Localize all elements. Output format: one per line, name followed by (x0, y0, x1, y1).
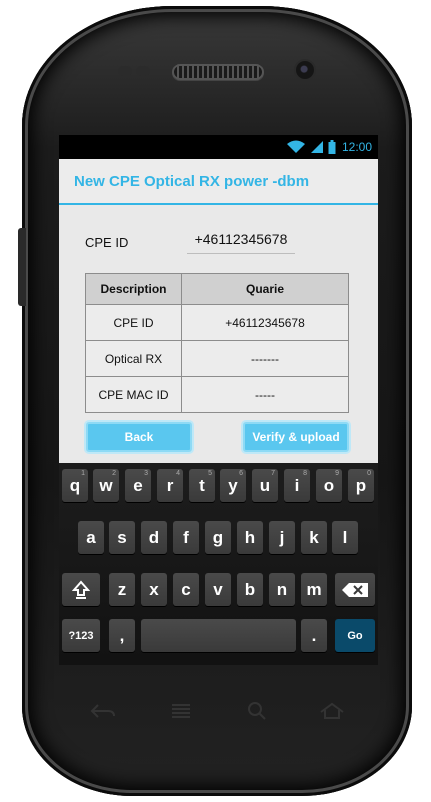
key-d[interactable]: d (141, 521, 167, 554)
cpe-id-field[interactable]: +46112345678 (187, 231, 295, 254)
key-hint: 6 (239, 470, 243, 477)
front-camera (296, 61, 314, 79)
key-u[interactable]: u7 (252, 469, 278, 502)
backspace-key[interactable] (335, 573, 375, 606)
wifi-icon (286, 140, 305, 153)
action-bar: New CPE Optical RX power -dbm (59, 159, 378, 205)
verify-upload-button[interactable]: Verify & upload (243, 422, 349, 452)
key-label: w (99, 475, 113, 495)
page-title: New CPE Optical RX power -dbm (74, 172, 310, 190)
period-key[interactable]: . (301, 619, 327, 652)
menu-nav-icon[interactable] (166, 696, 196, 726)
table-cell: ------- (181, 340, 349, 377)
backspace-icon (342, 582, 368, 597)
shift-key[interactable] (62, 573, 100, 606)
keyboard-row-1: q1 w2 e3 r4 t5 y6 u7 i8 o9 p0 (59, 469, 378, 509)
key-k[interactable]: k (301, 521, 327, 554)
back-nav-icon[interactable] (88, 696, 118, 726)
key-a[interactable]: a (78, 521, 104, 554)
key-label: u (259, 475, 271, 495)
comma-key[interactable]: , (109, 619, 135, 652)
key-hint: 0 (367, 470, 371, 477)
table-cell: Optical RX (85, 340, 182, 377)
key-hint: 3 (144, 470, 148, 477)
key-hint: 4 (176, 470, 180, 477)
table-cell: +46112345678 (181, 304, 349, 341)
key-o[interactable]: o9 (316, 469, 342, 502)
key-e[interactable]: e3 (125, 469, 151, 502)
light-sensor (136, 66, 150, 76)
key-f[interactable]: f (173, 521, 199, 554)
status-time: 12:00 (341, 140, 372, 154)
key-label: y (228, 475, 238, 495)
key-q[interactable]: q1 (62, 469, 88, 502)
table-cell: ----- (181, 376, 349, 413)
key-n[interactable]: n (269, 573, 295, 606)
status-bar: 12:00 (59, 135, 378, 159)
keyboard-row-2: a s d f g h j k l (59, 521, 378, 561)
key-label: e (133, 475, 143, 495)
key-label: i (294, 475, 300, 495)
home-nav-icon[interactable] (317, 696, 347, 726)
table-cell: CPE ID (85, 304, 182, 341)
key-x[interactable]: x (141, 573, 167, 606)
key-i[interactable]: i8 (284, 469, 310, 502)
table-row: CPE ID +46112345678 (85, 304, 349, 341)
table-cell: CPE MAC ID (85, 376, 182, 413)
keyboard-row-4: ?123 , . Go (59, 619, 378, 659)
proximity-sensor (118, 66, 132, 76)
volume-key (18, 228, 26, 306)
key-h[interactable]: h (237, 521, 263, 554)
key-m[interactable]: m (301, 573, 327, 606)
hardware-nav-bar (72, 696, 362, 726)
back-button[interactable]: Back (86, 422, 192, 452)
key-label: t (199, 475, 205, 495)
key-v[interactable]: v (205, 573, 231, 606)
key-label: q (69, 475, 81, 495)
key-j[interactable]: j (269, 521, 295, 554)
symbols-key[interactable]: ?123 (62, 619, 100, 652)
key-g[interactable]: g (205, 521, 231, 554)
key-r[interactable]: r4 (157, 469, 183, 502)
key-l[interactable]: l (332, 521, 358, 554)
table-row: CPE MAC ID ----- (85, 376, 349, 413)
table-row: Optical RX ------- (85, 340, 349, 377)
space-key[interactable] (141, 619, 296, 652)
key-y[interactable]: y6 (220, 469, 246, 502)
info-table: Description Quarie CPE ID +46112345678 O… (85, 273, 349, 413)
shift-arrow-icon (72, 579, 90, 599)
key-z[interactable]: z (109, 573, 135, 606)
signal-icon (310, 141, 323, 153)
column-header-quarie: Quarie (181, 273, 349, 305)
screen: 12:00 New CPE Optical RX power -dbm CPE … (59, 135, 378, 665)
key-label: p (355, 475, 367, 495)
table-header-row: Description Quarie (85, 273, 349, 305)
key-t[interactable]: t5 (189, 469, 215, 502)
key-hint: 7 (271, 470, 275, 477)
keyboard-row-3: z x c v b n m (59, 573, 378, 613)
earpiece-speaker (172, 64, 264, 80)
key-p[interactable]: p0 (348, 469, 374, 502)
key-s[interactable]: s (109, 521, 135, 554)
key-c[interactable]: c (173, 573, 199, 606)
key-b[interactable]: b (237, 573, 263, 606)
search-nav-icon[interactable] (242, 696, 272, 726)
go-key[interactable]: Go (335, 619, 375, 652)
soft-keyboard: q1 w2 e3 r4 t5 y6 u7 i8 o9 p0 a s d f g … (59, 463, 378, 665)
cpe-id-label: CPE ID (85, 235, 129, 250)
battery-icon (328, 140, 336, 154)
key-hint: 9 (335, 470, 339, 477)
key-hint: 2 (112, 470, 116, 477)
key-hint: 5 (208, 470, 212, 477)
key-w[interactable]: w2 (93, 469, 119, 502)
key-hint: 1 (81, 470, 85, 477)
key-label: r (166, 475, 174, 495)
key-label: o (323, 475, 335, 495)
column-header-description: Description (85, 273, 182, 305)
key-hint: 8 (303, 470, 307, 477)
